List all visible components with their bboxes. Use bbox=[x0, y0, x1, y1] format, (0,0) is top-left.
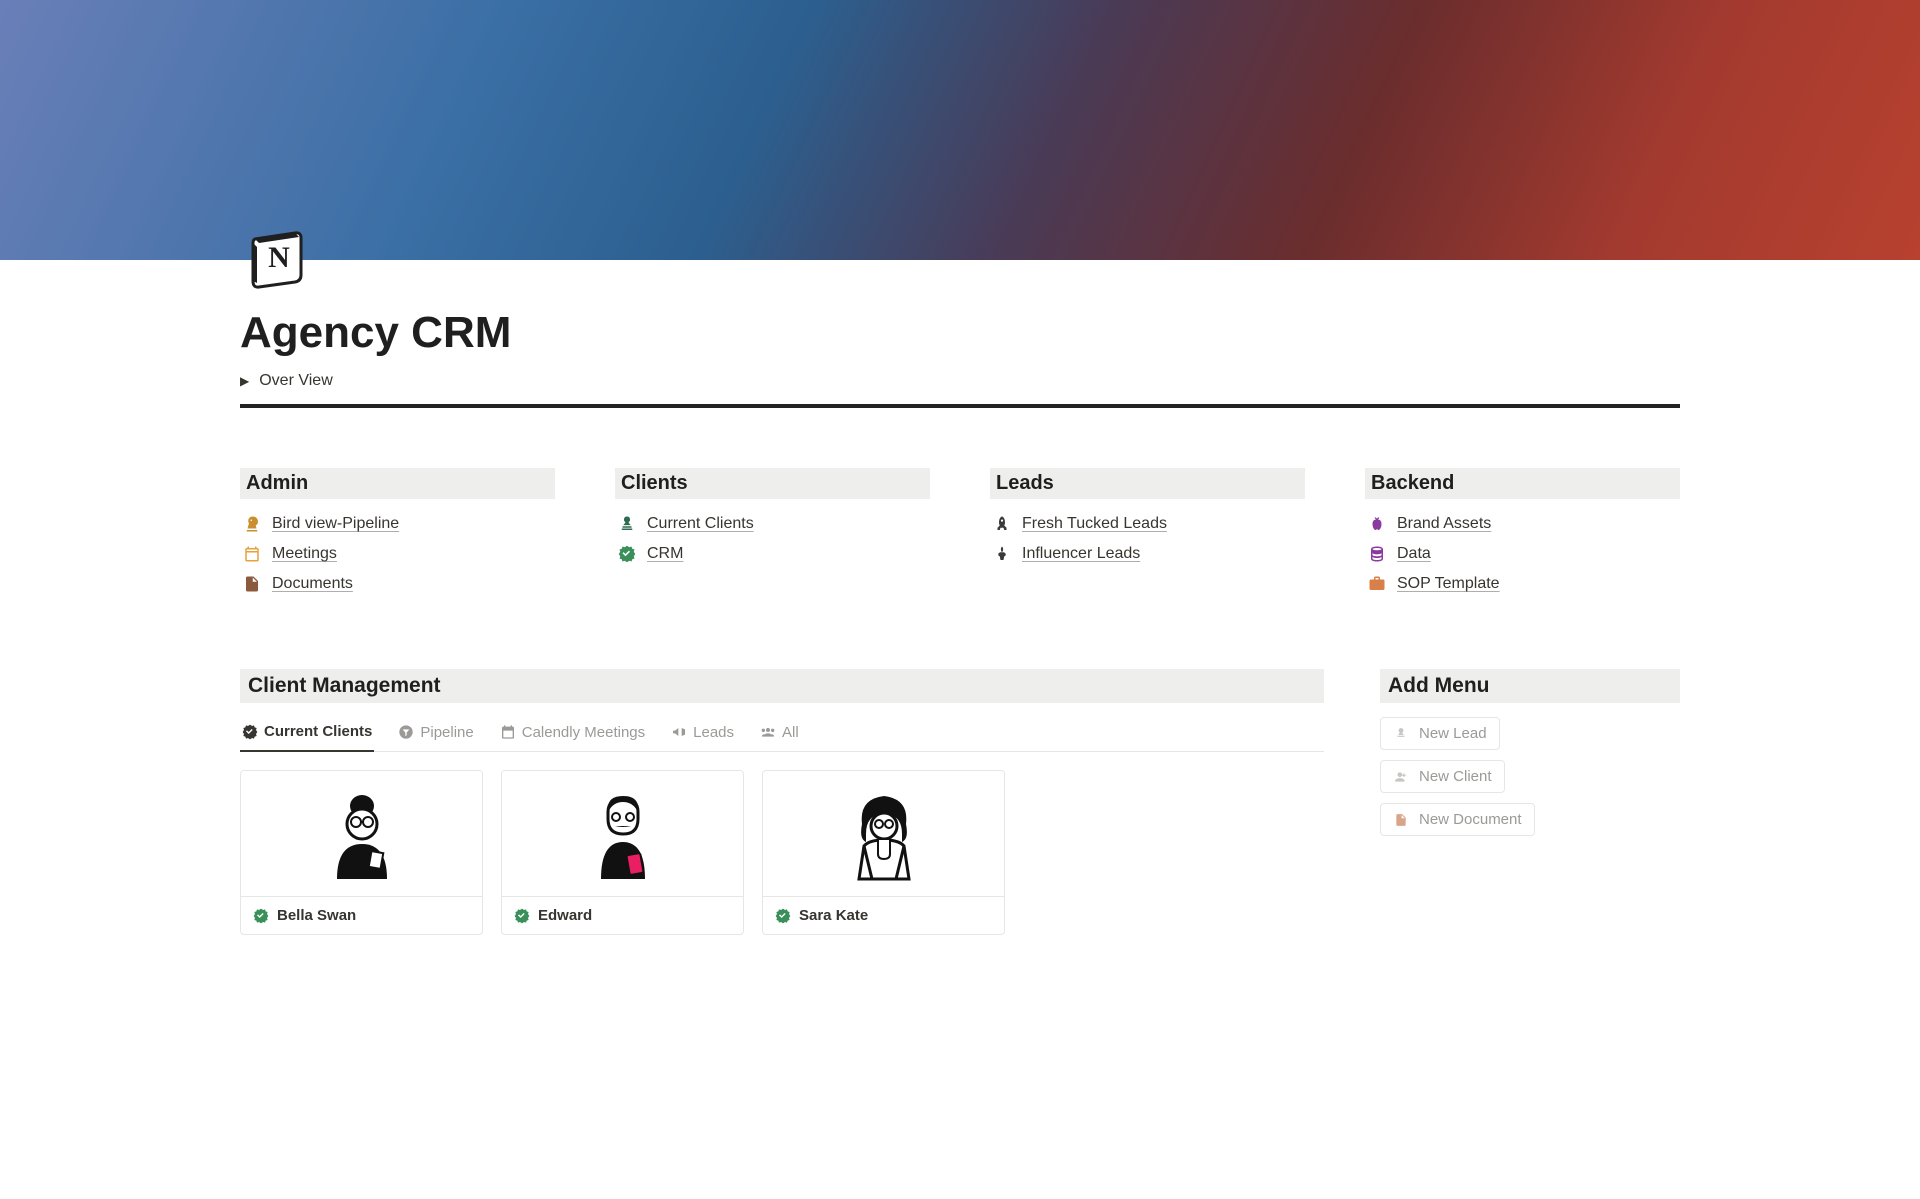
tab-leads[interactable]: Leads bbox=[669, 717, 736, 751]
overview-toggle[interactable]: ▶ Over View bbox=[240, 372, 1680, 390]
link-bird-view-pipeline[interactable]: Bird view-Pipeline bbox=[240, 509, 555, 539]
btn-label: New Client bbox=[1419, 768, 1492, 785]
notion-logo-icon: N bbox=[243, 221, 315, 293]
btn-new-lead[interactable]: New Lead bbox=[1380, 717, 1500, 750]
megaphone-icon bbox=[671, 724, 687, 740]
link-label: Meetings bbox=[272, 545, 337, 563]
calendar-icon bbox=[242, 544, 262, 564]
verified-icon bbox=[775, 908, 791, 924]
users-icon bbox=[760, 724, 776, 740]
rocket-icon bbox=[992, 514, 1012, 534]
tab-label: Pipeline bbox=[420, 724, 473, 741]
calendar-sm-icon bbox=[500, 724, 516, 740]
svg-text:N: N bbox=[268, 241, 290, 274]
tab-label: Current Clients bbox=[264, 723, 372, 740]
link-influencer-leads[interactable]: Influencer Leads bbox=[990, 539, 1305, 569]
col-leads: Leads Fresh Tucked Leads Influencer Lead… bbox=[990, 468, 1305, 599]
client-name: Edward bbox=[538, 907, 592, 924]
nav-columns: Admin Bird view-Pipeline Meetings Docume… bbox=[240, 468, 1680, 599]
database-icon bbox=[1367, 544, 1387, 564]
verified-icon bbox=[253, 908, 269, 924]
col-header-backend: Backend bbox=[1365, 468, 1680, 499]
col-clients: Clients Current Clients CRM bbox=[615, 468, 930, 599]
tab-all[interactable]: All bbox=[758, 717, 801, 751]
overview-toggle-label: Over View bbox=[259, 372, 333, 390]
link-label: Fresh Tucked Leads bbox=[1022, 515, 1167, 533]
client-avatar bbox=[502, 771, 743, 897]
tab-pipeline[interactable]: Pipeline bbox=[396, 717, 475, 751]
tab-calendly-meetings[interactable]: Calendly Meetings bbox=[498, 717, 647, 751]
filter-icon bbox=[398, 724, 414, 740]
tab-label: Calendly Meetings bbox=[522, 724, 645, 741]
client-avatar bbox=[763, 771, 1004, 897]
client-name: Bella Swan bbox=[277, 907, 356, 924]
link-current-clients[interactable]: Current Clients bbox=[615, 509, 930, 539]
link-label: Brand Assets bbox=[1397, 515, 1491, 533]
chess-knight-icon bbox=[242, 514, 262, 534]
file-icon bbox=[242, 574, 262, 594]
link-fresh-tucked-leads[interactable]: Fresh Tucked Leads bbox=[990, 509, 1305, 539]
link-documents[interactable]: Documents bbox=[240, 569, 555, 599]
link-brand-assets[interactable]: Brand Assets bbox=[1365, 509, 1680, 539]
page-title: Agency CRM bbox=[240, 308, 1680, 358]
verified-icon bbox=[617, 544, 637, 564]
client-name: Sara Kate bbox=[799, 907, 868, 924]
briefcase-icon bbox=[1367, 574, 1387, 594]
btn-new-document[interactable]: New Document bbox=[1380, 803, 1535, 836]
pawn-grey-icon bbox=[1393, 726, 1409, 742]
apple-icon bbox=[1367, 514, 1387, 534]
tab-label: Leads bbox=[693, 724, 734, 741]
client-management-section: Client Management Current Clients Pipeli… bbox=[240, 669, 1324, 935]
col-header-admin: Admin bbox=[240, 468, 555, 499]
link-label: Data bbox=[1397, 545, 1431, 563]
btn-label: New Lead bbox=[1419, 725, 1487, 742]
link-meetings[interactable]: Meetings bbox=[240, 539, 555, 569]
link-label: SOP Template bbox=[1397, 575, 1500, 593]
link-label: Current Clients bbox=[647, 515, 754, 533]
link-sop-template[interactable]: SOP Template bbox=[1365, 569, 1680, 599]
file-grey-icon bbox=[1393, 812, 1409, 828]
client-management-tabs: Current Clients Pipeline Calendly Meetin… bbox=[240, 717, 1324, 752]
tab-label: All bbox=[782, 724, 799, 741]
link-data[interactable]: Data bbox=[1365, 539, 1680, 569]
link-label: Influencer Leads bbox=[1022, 545, 1140, 563]
link-label: Bird view-Pipeline bbox=[272, 515, 399, 533]
fleur-icon bbox=[992, 544, 1012, 564]
btn-new-client[interactable]: New Client bbox=[1380, 760, 1505, 793]
link-label: CRM bbox=[647, 545, 683, 563]
col-header-leads: Leads bbox=[990, 468, 1305, 499]
btn-label: New Document bbox=[1419, 811, 1522, 828]
client-card-edward[interactable]: Edward bbox=[501, 770, 744, 935]
client-avatar bbox=[241, 771, 482, 897]
link-label: Documents bbox=[272, 575, 353, 593]
client-cards: Bella Swan bbox=[240, 770, 1324, 935]
user-plus-icon bbox=[1393, 769, 1409, 785]
link-crm[interactable]: CRM bbox=[615, 539, 930, 569]
page-icon[interactable]: N bbox=[240, 218, 318, 296]
verified-icon bbox=[514, 908, 530, 924]
client-card-bella[interactable]: Bella Swan bbox=[240, 770, 483, 935]
verified-icon bbox=[242, 724, 258, 740]
col-admin: Admin Bird view-Pipeline Meetings Docume… bbox=[240, 468, 555, 599]
pawn-icon bbox=[617, 514, 637, 534]
col-header-clients: Clients bbox=[615, 468, 930, 499]
add-menu-section: Add Menu New Lead New Client bbox=[1380, 669, 1680, 836]
client-management-header: Client Management bbox=[240, 669, 1324, 703]
col-backend: Backend Brand Assets Data SOP Template bbox=[1365, 468, 1680, 599]
tab-current-clients[interactable]: Current Clients bbox=[240, 717, 374, 752]
add-menu-header: Add Menu bbox=[1380, 669, 1680, 703]
divider bbox=[240, 404, 1680, 408]
client-card-sara[interactable]: Sara Kate bbox=[762, 770, 1005, 935]
toggle-triangle-icon: ▶ bbox=[240, 374, 249, 388]
